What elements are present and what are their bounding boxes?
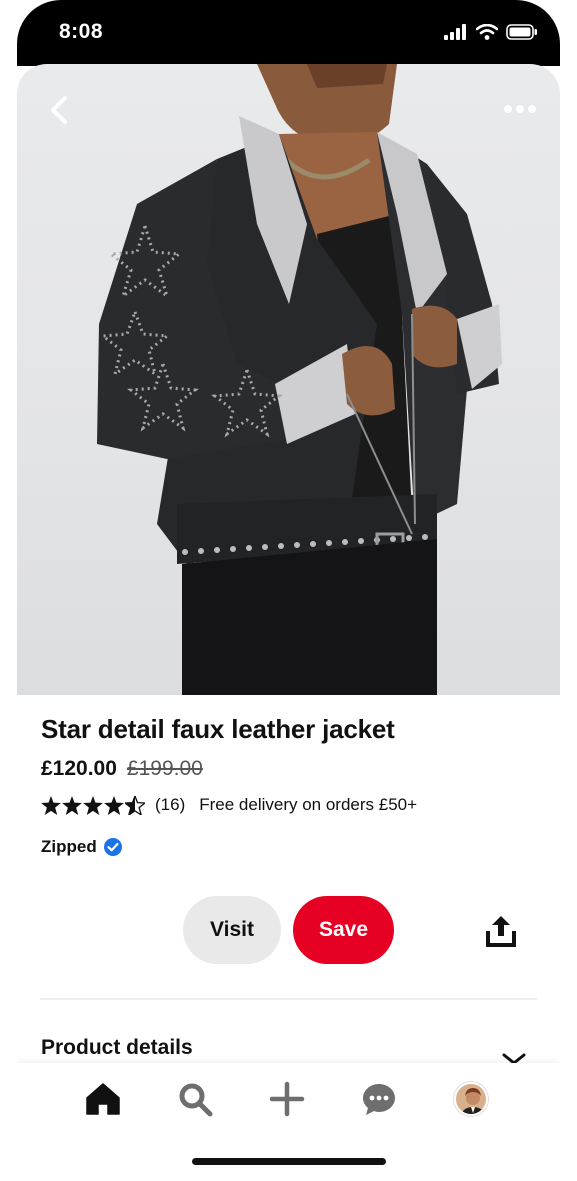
current-price: £120.00 bbox=[41, 757, 117, 780]
product-photo bbox=[97, 64, 502, 695]
verified-badge-icon bbox=[103, 838, 122, 856]
brand-row[interactable]: Zipped bbox=[41, 837, 541, 857]
star-icon bbox=[104, 795, 124, 815]
original-price: £199.00 bbox=[126, 757, 203, 780]
star-icon bbox=[41, 795, 61, 815]
section-divider bbox=[40, 998, 537, 1000]
status-time: 8:08 bbox=[59, 20, 104, 43]
star-icon bbox=[62, 795, 82, 815]
home-indicator[interactable] bbox=[192, 1158, 386, 1165]
nav-search[interactable] bbox=[175, 1079, 215, 1119]
status-bar: 8:08 bbox=[17, 0, 560, 66]
bottom-nav bbox=[17, 1063, 560, 1181]
phone-screen: 8:08 Star detail faux leather jacket £12… bbox=[17, 0, 560, 1181]
more-horizontal-icon bbox=[504, 105, 536, 113]
share-upload-icon bbox=[486, 916, 516, 947]
plus-icon bbox=[269, 1081, 305, 1117]
action-bar: Visit Save bbox=[17, 896, 560, 964]
nav-create[interactable] bbox=[267, 1079, 307, 1119]
wifi-icon bbox=[476, 24, 498, 40]
chevron-left-icon bbox=[51, 96, 67, 124]
brand-name: Zipped bbox=[41, 837, 97, 856]
save-button[interactable]: Save bbox=[293, 896, 394, 964]
avatar bbox=[454, 1082, 488, 1116]
product-details-heading[interactable]: Product details bbox=[41, 1036, 193, 1060]
nav-profile[interactable] bbox=[451, 1079, 491, 1119]
nav-messages[interactable] bbox=[359, 1079, 399, 1119]
star-rating bbox=[41, 795, 145, 815]
product-image[interactable] bbox=[17, 64, 560, 695]
product-title: Star detail faux leather jacket bbox=[41, 714, 395, 744]
status-icons bbox=[444, 22, 538, 42]
battery-icon bbox=[506, 24, 537, 40]
rating-row[interactable]: (16) Free delivery on orders £50+ bbox=[41, 795, 541, 815]
price-row: £120.00 £199.00 bbox=[41, 757, 541, 781]
notch bbox=[139, 0, 439, 34]
search-icon bbox=[179, 1083, 213, 1117]
product-info: Star detail faux leather jacket £120.00 … bbox=[41, 714, 541, 857]
home-icon bbox=[86, 1083, 120, 1115]
delivery-note: Free delivery on orders £50+ bbox=[199, 795, 418, 814]
review-count: (16) bbox=[155, 795, 186, 814]
nav-home[interactable] bbox=[83, 1079, 123, 1119]
signal-icon bbox=[444, 24, 466, 40]
visit-button[interactable]: Visit bbox=[183, 896, 281, 964]
back-button[interactable] bbox=[43, 92, 79, 128]
avatar-image bbox=[456, 1084, 486, 1114]
more-options-button[interactable] bbox=[500, 94, 540, 124]
chat-icon bbox=[363, 1084, 395, 1115]
share-button[interactable] bbox=[483, 914, 519, 948]
star-icon bbox=[83, 795, 103, 815]
half-star-icon bbox=[125, 795, 145, 815]
